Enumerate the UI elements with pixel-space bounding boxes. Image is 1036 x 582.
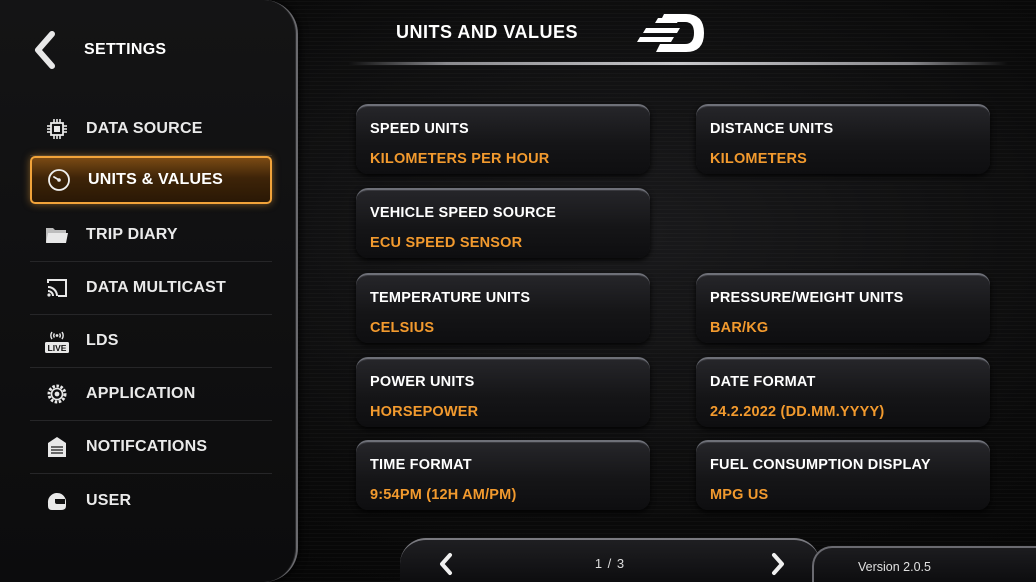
back-button[interactable] (28, 28, 62, 72)
sidebar-item-label: NOTIFCATIONS (86, 438, 208, 455)
live-icon: LIVE (44, 328, 70, 354)
brand-logo (636, 8, 710, 58)
header: UNITS AND VALUES (318, 0, 1036, 70)
sidebar-item-label: APPLICATION (86, 385, 196, 402)
setting-label: PRESSURE/WEIGHT UNITS (710, 290, 904, 306)
version-tab: Version 2.0.5 (812, 546, 1036, 582)
setting-value: 9:54PM (12H AM/PM) (370, 487, 517, 503)
setting-label: TEMPERATURE UNITS (370, 290, 531, 306)
sidebar-item-data-multicast[interactable]: DATA MULTICAST (30, 262, 272, 315)
sidebar: SETTINGS DATA SOURCE UNITS & VALUES TRIP… (0, 0, 298, 582)
sidebar-nav: DATA SOURCE UNITS & VALUES TRIP DIARY DA… (30, 103, 272, 527)
setting-label: SPEED UNITS (370, 121, 469, 137)
date-format-setting[interactable]: DATE FORMAT 24.2.2022 (DD.MM.YYYY) (696, 357, 990, 427)
header-divider (348, 62, 1008, 65)
sidebar-item-application[interactable]: APPLICATION (30, 368, 272, 421)
sidebar-item-label: UNITS & VALUES (88, 171, 223, 188)
cast-icon (44, 275, 70, 301)
sidebar-item-label: USER (86, 491, 132, 509)
sidebar-item-label: LDS (86, 332, 119, 349)
notification-icon (44, 434, 70, 460)
setting-value: ECU SPEED SENSOR (370, 235, 523, 251)
version-label: Version 2.0.5 (858, 560, 931, 574)
sidebar-item-lds[interactable]: LIVE LDS (30, 315, 272, 368)
vehicle-speed-source-setting[interactable]: VEHICLE SPEED SOURCE ECU SPEED SENSOR (356, 188, 650, 258)
speed-units-setting[interactable]: SPEED UNITS KILOMETERS PER HOUR (356, 104, 650, 174)
sidebar-item-user[interactable]: USER (30, 474, 272, 527)
helmet-icon (44, 488, 70, 514)
sidebar-item-data-source[interactable]: DATA SOURCE (30, 103, 272, 156)
sidebar-item-label: DATA MULTICAST (86, 279, 226, 296)
sidebar-item-label: DATA SOURCE (86, 120, 203, 137)
setting-value: KILOMETERS (710, 151, 808, 167)
sidebar-title: SETTINGS (84, 41, 167, 58)
setting-label: DISTANCE UNITS (710, 121, 834, 137)
chip-icon (44, 116, 70, 142)
chevron-right-icon (772, 553, 784, 575)
setting-value: 24.2.2022 (DD.MM.YYYY) (710, 404, 885, 420)
page-indicator: 1 / 3 (594, 556, 626, 571)
setting-value: HORSEPOWER (370, 404, 479, 420)
gauge-icon (46, 167, 72, 193)
chevron-left-icon (35, 31, 55, 69)
time-format-setting[interactable]: TIME FORMAT 9:54PM (12H AM/PM) (356, 440, 650, 510)
pagination-bar: 1 / 3 (400, 538, 820, 582)
folder-icon (44, 222, 70, 248)
fuel-consumption-display-setting[interactable]: FUEL CONSUMPTION DISPLAY MPG US (696, 440, 990, 510)
gear-icon (44, 381, 70, 407)
page-title: UNITS AND VALUES (396, 22, 579, 42)
setting-label: TIME FORMAT (370, 457, 472, 473)
sidebar-item-label: TRIP DIARY (86, 226, 178, 243)
temperature-units-setting[interactable]: TEMPERATURE UNITS CELSIUS (356, 273, 650, 343)
setting-value: KILOMETERS PER HOUR (370, 151, 550, 167)
setting-label: VEHICLE SPEED SOURCE (370, 205, 557, 221)
setting-value: CELSIUS (370, 320, 435, 336)
live-badge-text: LIVE (48, 343, 67, 353)
setting-label: FUEL CONSUMPTION DISPLAY (710, 457, 931, 473)
sidebar-item-units-values[interactable]: UNITS & VALUES (30, 156, 272, 204)
pressure-weight-units-setting[interactable]: PRESSURE/WEIGHT UNITS BAR/KG (696, 273, 990, 343)
setting-value: MPG US (710, 487, 769, 503)
power-units-setting[interactable]: POWER UNITS HORSEPOWER (356, 357, 650, 427)
next-page-button[interactable] (766, 550, 790, 578)
setting-label: DATE FORMAT (710, 374, 816, 390)
setting-label: POWER UNITS (370, 374, 475, 390)
units-and-values-screen: SETTINGS DATA SOURCE UNITS & VALUES TRIP… (0, 0, 1036, 582)
distance-units-setting[interactable]: DISTANCE UNITS KILOMETERS (696, 104, 990, 174)
sidebar-item-trip-diary[interactable]: TRIP DIARY (30, 209, 272, 262)
sidebar-item-notifications[interactable]: NOTIFCATIONS (30, 421, 272, 474)
setting-value: BAR/KG (710, 320, 769, 336)
